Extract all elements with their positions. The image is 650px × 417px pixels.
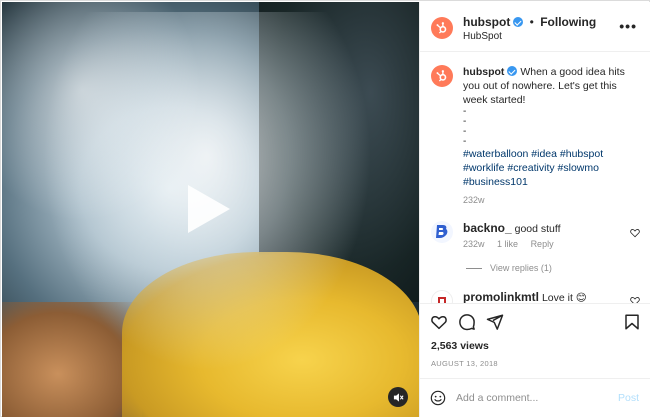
- more-icon[interactable]: •••: [619, 18, 637, 34]
- comment-heart-icon[interactable]: [630, 228, 640, 238]
- caption-dash: -: [463, 136, 467, 147]
- post-sidebar: hubspot • Following HubSpot ••• hubspot …: [419, 2, 650, 417]
- comment-heart-icon[interactable]: [630, 296, 640, 303]
- caption-dash: -: [463, 126, 467, 137]
- view-replies-button[interactable]: View replies (1): [466, 263, 552, 273]
- account-display-name: HubSpot: [463, 31, 502, 42]
- comment-input[interactable]: [456, 390, 606, 406]
- share-icon[interactable]: [486, 313, 504, 331]
- video-splash-secondary: [2, 2, 202, 222]
- verified-icon: [507, 66, 518, 76]
- comment-text: good stuff: [514, 223, 561, 235]
- comment-emoji: 😊: [575, 292, 587, 303]
- header-handle[interactable]: hubspot: [463, 15, 510, 29]
- play-icon[interactable]: [188, 185, 230, 233]
- view-replies-label: View replies (1): [490, 263, 552, 273]
- view-count[interactable]: 2,563 views: [431, 340, 489, 352]
- backno-avatar[interactable]: [431, 221, 453, 243]
- caption-hashtags[interactable]: #waterballoon #idea #hubspot #worklife #…: [463, 148, 603, 188]
- mute-icon[interactable]: [388, 387, 408, 407]
- caption-age: 232w: [463, 195, 485, 205]
- comment-text: Love it: [541, 292, 573, 303]
- post-video[interactable]: [2, 2, 419, 417]
- promolinkmtl-avatar[interactable]: [431, 290, 453, 303]
- verified-icon: [513, 17, 524, 27]
- post-date: AUGUST 13, 2018: [431, 359, 498, 368]
- save-icon[interactable]: [623, 313, 641, 331]
- comment-handle[interactable]: promolinkmtl: [463, 290, 539, 303]
- post-header: hubspot • Following HubSpot •••: [420, 2, 650, 52]
- comment-handle[interactable]: backno_: [463, 221, 512, 235]
- comments-section[interactable]: hubspot When a good idea hits you out of…: [420, 53, 650, 303]
- post-frame: hubspot • Following HubSpot ••• hubspot …: [0, 0, 650, 417]
- following-button[interactable]: Following: [540, 15, 596, 29]
- comment-likes[interactable]: 1 like: [497, 239, 518, 249]
- heart-icon[interactable]: [430, 313, 448, 331]
- reply-button[interactable]: Reply: [531, 239, 554, 249]
- emoji-icon[interactable]: [430, 390, 446, 406]
- replies-line: [466, 267, 482, 269]
- caption-dash: -: [463, 106, 467, 117]
- caption-dash: -: [463, 116, 467, 127]
- comment-age: 232w: [463, 239, 485, 249]
- caption-handle[interactable]: hubspot: [463, 66, 504, 78]
- header-separator: •: [529, 15, 534, 29]
- post-actions: [420, 303, 650, 337]
- comment-composer: Post: [420, 378, 650, 417]
- caption-avatar[interactable]: [431, 65, 453, 87]
- post-button[interactable]: Post: [618, 392, 639, 404]
- comment-icon[interactable]: [458, 313, 476, 331]
- hubspot-avatar[interactable]: [431, 17, 453, 39]
